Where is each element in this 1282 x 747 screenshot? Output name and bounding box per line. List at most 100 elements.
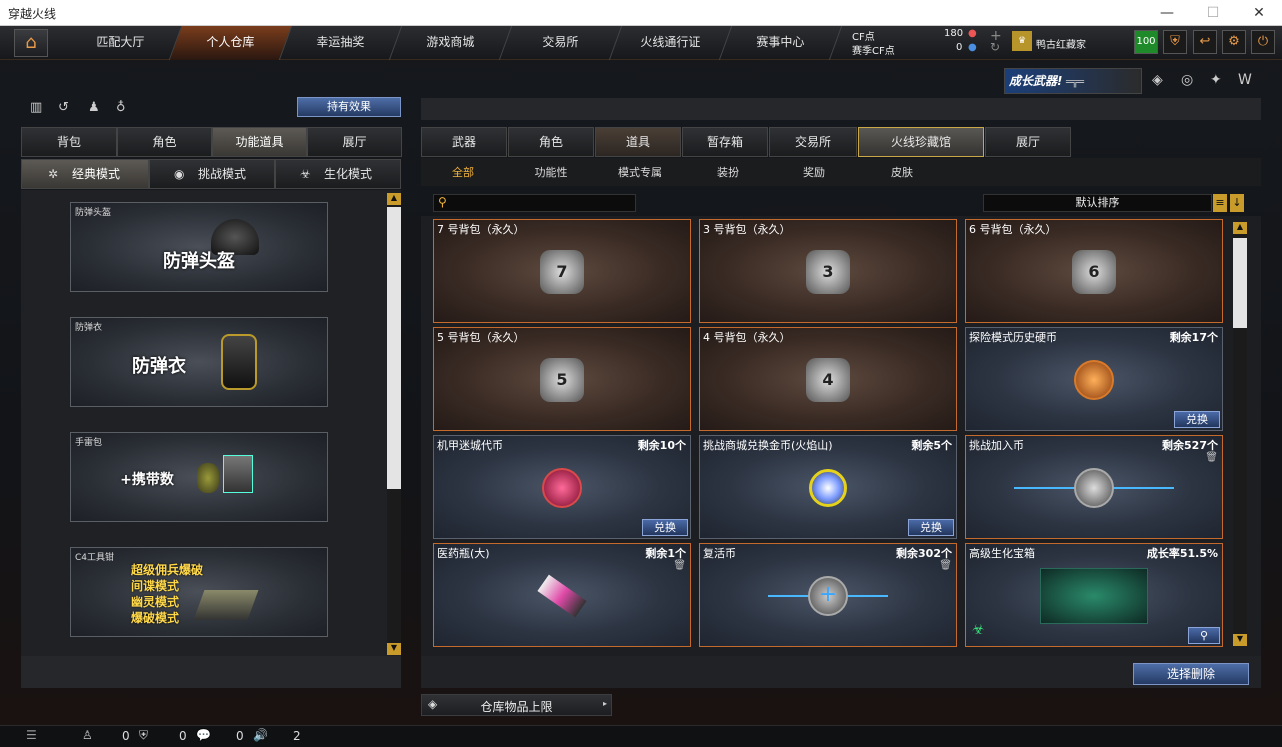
subtab-skin[interactable]: 皮肤	[879, 164, 925, 182]
item-zombie-box[interactable]: 高级生化宝箱 成长率51.5% ☣ ⚲	[965, 543, 1223, 647]
speaker-icon[interactable]: 🔊	[253, 728, 268, 742]
badge-star-icon[interactable]: ✦	[1210, 72, 1222, 88]
scroll-up-icon: ▲	[387, 193, 401, 205]
level-badge: 100	[1134, 30, 1158, 54]
select-delete-button[interactable]: 选择删除	[1133, 663, 1249, 685]
card-grenade[interactable]: 手雷包 +携带数	[70, 432, 328, 522]
search-input[interactable]: ⚲	[433, 194, 636, 212]
refresh-icon[interactable]: ↻	[990, 40, 1000, 54]
nav-tab-pass[interactable]: 火线通行证	[609, 26, 733, 60]
subtab-dress[interactable]: 装扮	[705, 164, 751, 182]
left-tab-backpack[interactable]: 背包	[21, 127, 117, 157]
nav-tab-warehouse[interactable]: 个人仓库	[169, 26, 293, 60]
item-bag-4[interactable]: 4 号背包（永久） 4	[699, 327, 957, 431]
item-bag-6[interactable]: 6 号背包（永久） 6	[965, 219, 1223, 323]
search-icon: ⚲	[438, 195, 447, 209]
right-tab-showroom[interactable]: 展厅	[985, 127, 1071, 157]
left-footer	[21, 656, 401, 688]
close-button[interactable]: ✕	[1236, 0, 1282, 26]
subtab-functional[interactable]: 功能性	[525, 164, 577, 182]
biohazard-icon: ☣	[972, 622, 985, 638]
sort-arrow-icon[interactable]: ↓	[1230, 194, 1244, 212]
item-revive-coin[interactable]: 复活币 剩余302个 🗑 +	[699, 543, 957, 647]
menu-icon[interactable]: ☰	[26, 728, 37, 742]
gear-icon[interactable]: ⚙	[1222, 30, 1246, 54]
item-mecha-token[interactable]: 机甲迷城代币 剩余10个 兑换	[433, 435, 691, 539]
left-card-list: 防弹头盔 防弹头盔 防弹衣 防弹衣 手雷包 +携带数 C4工具钳 超级佣兵爆破间…	[21, 190, 401, 656]
nav-tab-lottery[interactable]: 幸运抽奖	[279, 26, 403, 60]
item-challenge-gold[interactable]: 挑战商城兑换金币(火焰山) 剩余5个 兑换	[699, 435, 957, 539]
scroll-thumb	[1233, 238, 1247, 328]
players-icon[interactable]: ♙	[82, 728, 93, 742]
subtab-mode[interactable]: 模式专属	[610, 164, 670, 182]
power-icon[interactable]: ⏻	[1251, 30, 1275, 54]
back-icon[interactable]: ↩	[1193, 30, 1217, 54]
magnify-icon[interactable]: ⚲	[1188, 627, 1220, 644]
right-tab-temp[interactable]: 暂存箱	[682, 127, 768, 157]
window-title: 穿越火线	[8, 7, 57, 21]
chat-icon[interactable]: 💬	[196, 728, 211, 742]
exchange-button[interactable]: 兑换	[642, 519, 688, 536]
nav-tab-match[interactable]: 匹配大厅	[59, 26, 183, 60]
shield-status-icon[interactable]: ⛨	[139, 728, 148, 743]
item-medkit[interactable]: 医药瓶(大) 剩余1个 🗑	[433, 543, 691, 647]
left-tab-showroom[interactable]: 展厅	[307, 127, 402, 157]
card-c4[interactable]: C4工具钳 超级佣兵爆破 间谍模式 幽灵模式 爆破模式	[70, 547, 328, 637]
hold-effect-button[interactable]: 持有效果	[297, 97, 401, 117]
c4-tool-icon	[193, 590, 259, 620]
right-tab-character[interactable]: 角色	[508, 127, 594, 157]
right-tab-collection[interactable]: 火线珍藏馆	[858, 127, 984, 157]
nav-tab-exchange[interactable]: 交易所	[499, 26, 623, 60]
right-tab-weapons[interactable]: 武器	[421, 127, 507, 157]
swap-icon[interactable]: ↺	[58, 100, 69, 115]
shield-icon[interactable]: ⛨	[1163, 30, 1187, 54]
card-helmet[interactable]: 防弹头盔 防弹头盔	[70, 202, 328, 292]
nav-tab-events[interactable]: 赛事中心	[719, 26, 843, 60]
mode-tab-challenge[interactable]: ◉ 挑战模式	[149, 159, 275, 189]
season-cf-value: 0	[956, 42, 963, 53]
home-icon[interactable]: ⌂	[14, 29, 48, 57]
item-bag-7[interactable]: 7 号背包（永久） 7	[433, 219, 691, 323]
nav-tab-shop[interactable]: 游戏商城	[389, 26, 513, 60]
trash-icon[interactable]: 🗑	[673, 560, 686, 571]
list-icon[interactable]: ≡	[1213, 194, 1227, 212]
item-bag-5[interactable]: 5 号背包（永久） 5	[433, 327, 691, 431]
badge-w-icon[interactable]: W	[1238, 72, 1252, 88]
clan-name: 鸭古红藏家	[1036, 40, 1086, 51]
stats-icon[interactable]: ▥	[30, 100, 42, 115]
mode-tab-zombie[interactable]: ☣ 生化模式	[275, 159, 401, 189]
left-scrollbar[interactable]: ▲ ▼	[387, 193, 401, 655]
subtab-reward[interactable]: 奖励	[791, 164, 837, 182]
exchange-button[interactable]: 兑换	[1174, 411, 1220, 428]
person-icon[interactable]: ♟	[88, 100, 100, 115]
bag-icon: 4	[806, 358, 850, 402]
scroll-up-icon: ▲	[1233, 222, 1247, 234]
trash-icon[interactable]: 🗑	[1205, 452, 1218, 463]
minimize-button[interactable]: —	[1144, 0, 1190, 26]
bag-icon[interactable]: ♁	[116, 100, 126, 115]
gold-coin-icon	[809, 469, 847, 507]
capacity-bar[interactable]: ◈ 仓库物品上限 ▸	[421, 694, 612, 716]
exchange-button[interactable]: 兑换	[908, 519, 954, 536]
sort-dropdown[interactable]: 默认排序	[983, 194, 1212, 212]
badge-v-icon[interactable]: ◈	[1152, 72, 1163, 88]
left-tab-character[interactable]: 角色	[117, 127, 212, 157]
right-tab-exchange[interactable]: 交易所	[769, 127, 857, 157]
maximize-button[interactable]: ☐	[1190, 0, 1236, 26]
trash-icon[interactable]: 🗑	[939, 560, 952, 571]
growth-weapon-banner[interactable]: 成长武器! ═╦═	[1004, 68, 1142, 94]
right-tab-items[interactable]: 道具	[595, 127, 681, 157]
subtab-all[interactable]: 全部	[440, 164, 486, 182]
title-bar: 穿越火线 — ☐ ✕	[0, 0, 1282, 26]
card-vest[interactable]: 防弹衣 防弹衣	[70, 317, 328, 407]
badge-globe-icon[interactable]: ◎	[1181, 72, 1193, 88]
scroll-down-icon: ▼	[1233, 634, 1247, 646]
mode-tab-classic[interactable]: ✲ 经典模式	[21, 159, 149, 189]
clan-emblem-icon: ♛	[1012, 31, 1032, 51]
item-explore-coin[interactable]: 探险模式历史硬币 剩余17个 兑换	[965, 327, 1223, 431]
right-scrollbar[interactable]: ▲ ▼	[1233, 222, 1247, 646]
item-challenge-join[interactable]: 挑战加入币 剩余527个 🗑	[965, 435, 1223, 539]
cf-label: CF点	[852, 32, 875, 43]
item-bag-3[interactable]: 3 号背包（永久） 3	[699, 219, 957, 323]
left-tab-function[interactable]: 功能道具	[212, 127, 307, 157]
